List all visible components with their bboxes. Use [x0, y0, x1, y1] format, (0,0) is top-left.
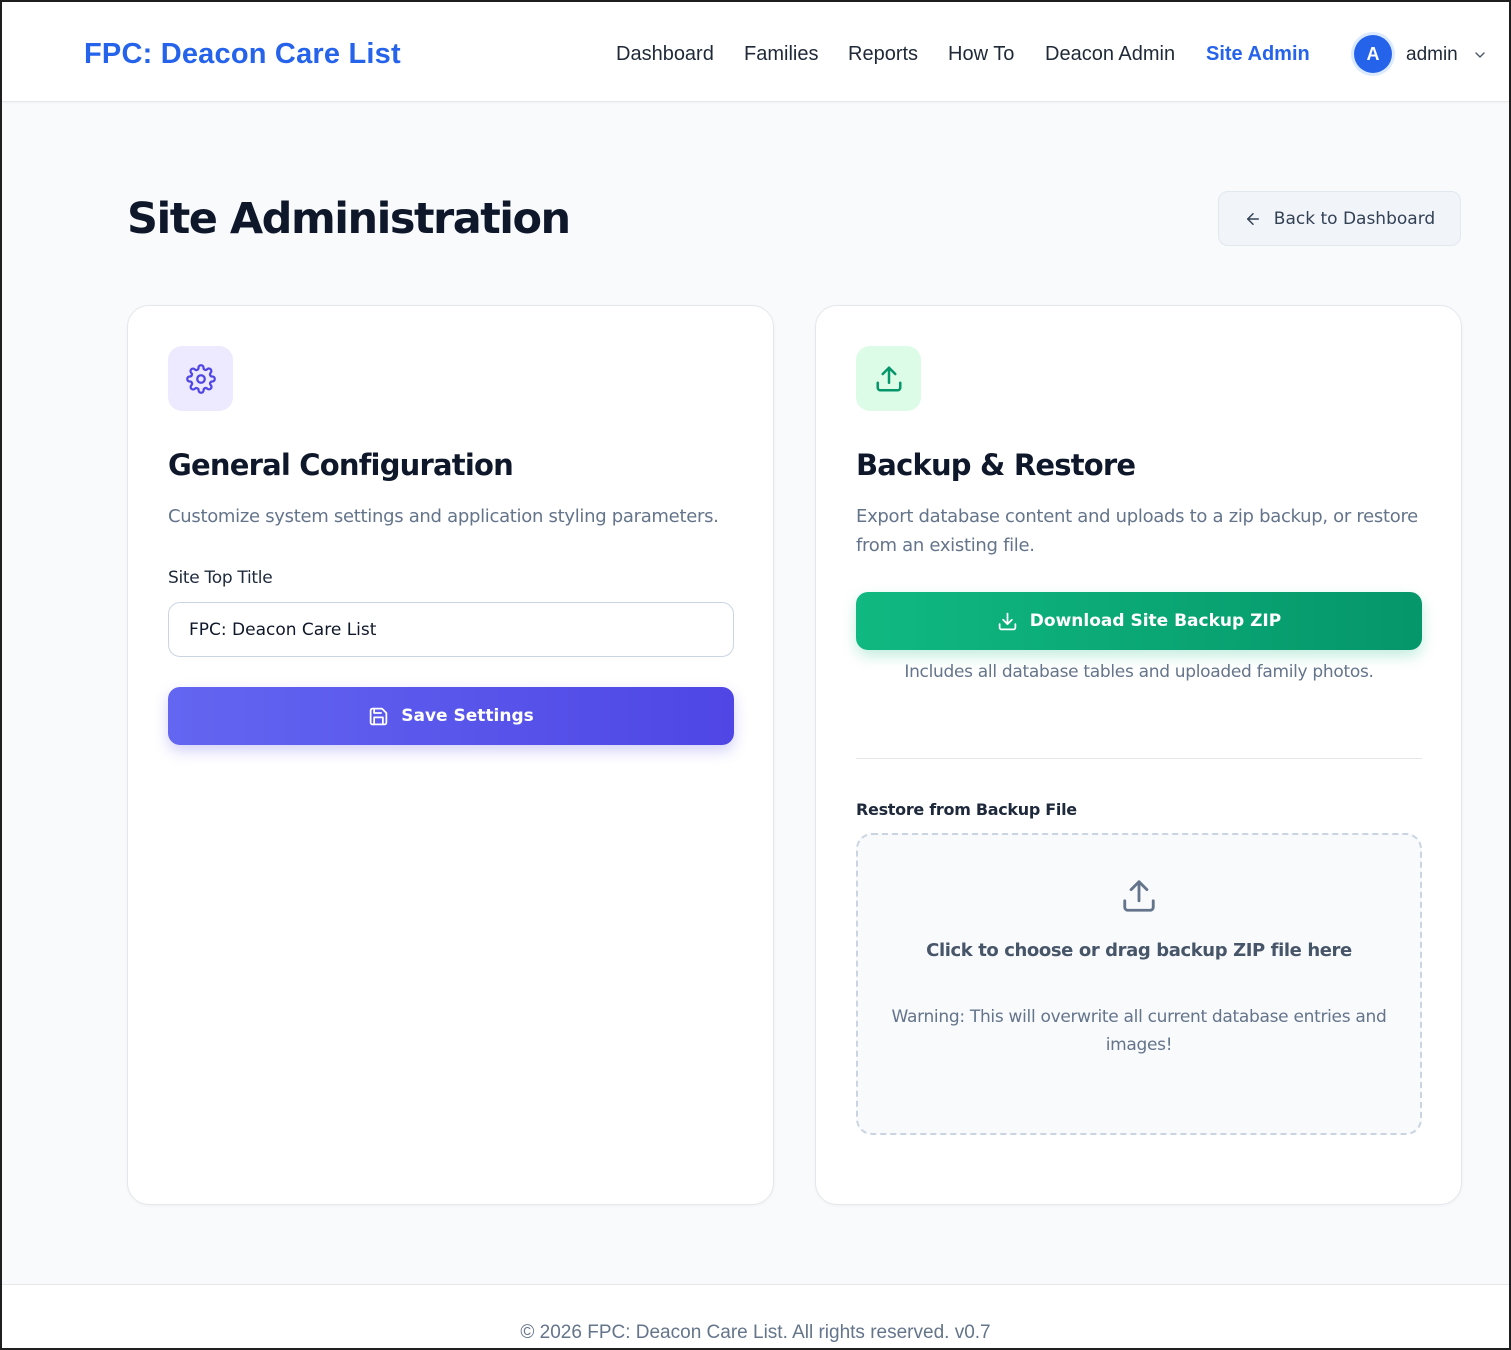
upload-icon [876, 366, 901, 391]
back-button-label: Back to Dashboard [1273, 208, 1436, 229]
general-configuration-card: General Configuration Customize system s… [127, 305, 774, 1205]
user-avatar[interactable]: A [1354, 35, 1392, 73]
nav-item-how-to[interactable]: How To [948, 43, 1014, 66]
restore-from-backup-label: Restore from Backup File [856, 800, 1077, 819]
general-configuration-description: Customize system settings and applicatio… [168, 506, 719, 527]
backup-restore-card: Backup & Restore Export database content… [815, 305, 1462, 1205]
gear-icon [185, 363, 216, 394]
dropzone-warning: Warning: This will overwrite all current… [891, 1007, 1387, 1055]
page-title: Site Administration [127, 194, 571, 244]
brand-title[interactable]: FPC: Deacon Care List [84, 38, 401, 71]
upload-icon [1123, 880, 1155, 912]
download-backup-label: Download Site Backup ZIP [1029, 611, 1282, 631]
backup-restore-description: Export database content and uploads to a… [856, 506, 1418, 556]
nav-item-families[interactable]: Families [744, 43, 818, 66]
general-icon-tile [168, 346, 233, 411]
nav-item-deacon-admin[interactable]: Deacon Admin [1045, 43, 1175, 66]
back-to-dashboard-button[interactable]: Back to Dashboard [1218, 191, 1461, 246]
chevron-down-icon[interactable] [1472, 47, 1488, 63]
arrow-left-icon [1246, 212, 1259, 225]
save-settings-label: Save Settings [401, 706, 534, 726]
download-icon [998, 612, 1017, 630]
section-divider [856, 758, 1422, 759]
top-navbar: FPC: Deacon Care List Dashboard Families… [2, 2, 1509, 102]
nav-item-dashboard[interactable]: Dashboard [616, 43, 714, 66]
user-name[interactable]: admin [1406, 44, 1458, 66]
backup-icon-tile [856, 346, 921, 411]
page-footer: © 2026 FPC: Deacon Care List. All rights… [2, 1284, 1509, 1348]
general-configuration-title: General Configuration [168, 448, 514, 482]
download-backup-note: Includes all database tables and uploade… [904, 662, 1374, 682]
backup-file-dropzone[interactable]: Click to choose or drag backup ZIP file … [856, 833, 1422, 1135]
site-top-title-label: Site Top Title [168, 568, 273, 588]
nav-item-reports[interactable]: Reports [848, 43, 918, 66]
footer-copyright: © 2026 FPC: Deacon Care List. All rights… [520, 1322, 991, 1343]
nav-item-site-admin[interactable]: Site Admin [1206, 43, 1310, 66]
save-settings-button[interactable]: Save Settings [168, 687, 734, 745]
download-backup-button[interactable]: Download Site Backup ZIP [856, 592, 1422, 650]
backup-restore-title: Backup & Restore [856, 448, 1136, 482]
dropzone-title: Click to choose or drag backup ZIP file … [926, 940, 1352, 961]
save-icon [370, 707, 388, 725]
site-top-title-input[interactable] [168, 602, 734, 657]
